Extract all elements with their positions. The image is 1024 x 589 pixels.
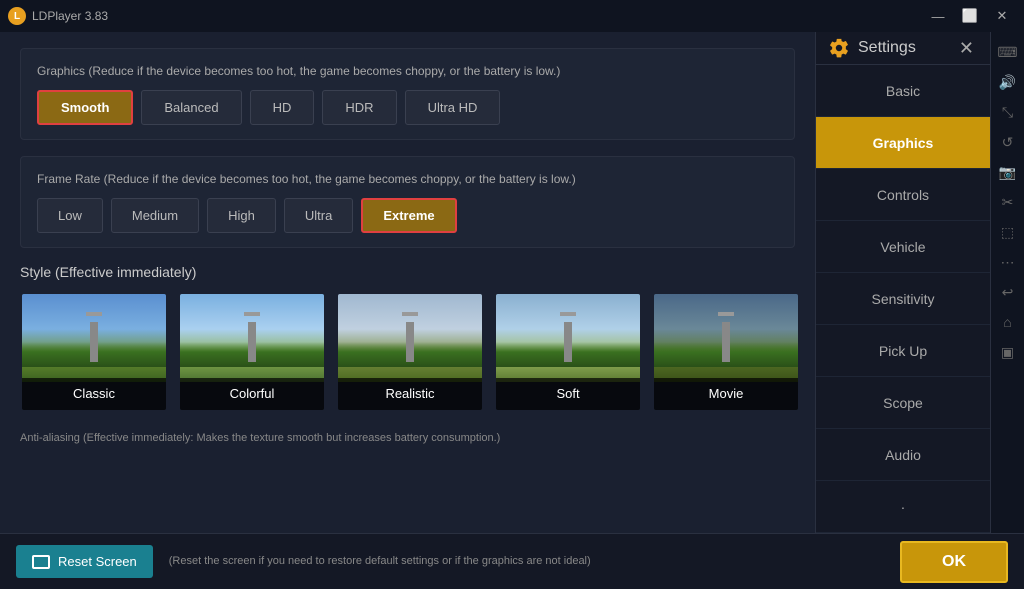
minimize-button[interactable]: — [924,5,952,27]
style-card-realistic-label: Realistic [338,378,482,410]
icon-strip: ⌨ 🔊 ⤡ ↺ 📷 ✂ ⬚ ⋯ ↩ ⌂ ▣ [990,32,1024,533]
reset-hint-text: (Reset the screen if you need to restore… [169,554,884,568]
framerate-medium-button[interactable]: Medium [111,198,199,233]
landscape-tower-realistic [406,322,414,362]
titlebar: L LDPlayer 3.83 — ⬜ ✕ [0,0,1024,32]
style-card-movie-label: Movie [654,378,798,410]
style-card-colorful[interactable]: Colorful [178,292,326,412]
maximize-button[interactable]: ⬜ [956,5,984,27]
style-card-realistic-img [338,294,482,382]
nav-more[interactable]: · [816,481,990,533]
style-card-movie-img [654,294,798,382]
style-card-realistic[interactable]: Realistic [336,292,484,412]
framerate-ultra-button[interactable]: Ultra [284,198,353,233]
more-icon[interactable]: ⋯ [996,250,1020,274]
volume-icon[interactable]: 🔊 [996,70,1020,94]
settings-nav: Basic Graphics Controls Vehicle Sensitiv… [816,65,990,533]
nav-graphics[interactable]: Graphics [816,117,990,169]
framerate-low-button[interactable]: Low [37,198,103,233]
quality-balanced-button[interactable]: Balanced [141,90,241,125]
ok-button[interactable]: OK [900,541,1008,583]
style-card-soft-label: Soft [496,378,640,410]
landscape-tower-movie [722,322,730,362]
anti-alias-hint: Anti-aliasing (Effective immediately: Ma… [20,432,795,444]
graphics-label: Graphics (Reduce if the device becomes t… [37,63,778,80]
quality-hd-button[interactable]: HD [250,90,315,125]
quality-hdr-button[interactable]: HDR [322,90,396,125]
settings-title: Settings [858,39,947,57]
logo-text: L [14,11,20,22]
framerate-section: Frame Rate (Reduce if the device becomes… [20,156,795,248]
landscape-tower-colorful [248,322,256,362]
style-card-group: Classic Colorful Realistic [20,292,795,412]
window-controls: — ⬜ ✕ [924,5,1016,27]
nav-vehicle[interactable]: Vehicle [816,221,990,273]
reset-screen-button[interactable]: Reset Screen [16,545,153,578]
rotate-icon[interactable]: ↺ [996,130,1020,154]
back-icon[interactable]: ↩ [996,280,1020,304]
nav-basic[interactable]: Basic [816,65,990,117]
home-icon[interactable]: ⌂ [996,310,1020,334]
app-title: LDPlayer 3.83 [32,9,924,23]
style-section-label: Style (Effective immediately) [20,264,795,280]
settings-sidebar: Settings ✕ Basic Graphics Controls Vehic… [815,32,990,533]
content-area: Graphics (Reduce if the device becomes t… [0,32,815,533]
style-card-colorful-img [180,294,324,382]
style-card-soft-img [496,294,640,382]
style-card-classic[interactable]: Classic [20,292,168,412]
quality-smooth-button[interactable]: Smooth [37,90,133,125]
keyboard-icon[interactable]: ⌨ [996,40,1020,64]
framerate-label: Frame Rate (Reduce if the device becomes… [37,171,778,188]
settings-header: Settings ✕ [816,32,990,65]
cut-icon[interactable]: ✂ [996,190,1020,214]
screenshot-icon[interactable]: 📷 [996,160,1020,184]
close-button[interactable]: ✕ [988,5,1016,27]
style-card-movie[interactable]: Movie [652,292,800,412]
settings-gear-icon [828,37,850,59]
right-panel: Settings ✕ Basic Graphics Controls Vehic… [815,32,1024,533]
reset-screen-icon [32,555,50,569]
reset-screen-label: Reset Screen [58,554,137,569]
window-icon[interactable]: ⬚ [996,220,1020,244]
framerate-high-button[interactable]: High [207,198,276,233]
style-card-soft[interactable]: Soft [494,292,642,412]
quality-ultrahd-button[interactable]: Ultra HD [405,90,501,125]
quality-button-group: Smooth Balanced HD HDR Ultra HD [37,90,778,125]
landscape-tower-classic [90,322,98,362]
nav-audio[interactable]: Audio [816,429,990,481]
nav-scope[interactable]: Scope [816,377,990,429]
bottom-bar: Reset Screen (Reset the screen if you ne… [0,533,1024,589]
style-card-classic-label: Classic [22,378,166,410]
style-card-colorful-label: Colorful [180,378,324,410]
resize-icon[interactable]: ⤡ [996,100,1020,124]
style-card-classic-img [22,294,166,382]
app-logo: L [8,7,26,25]
landscape-tower-soft [564,322,572,362]
main-layout: Graphics (Reduce if the device becomes t… [0,32,1024,533]
graphics-quality-section: Graphics (Reduce if the device becomes t… [20,48,795,140]
framerate-button-group: Low Medium High Ultra Extreme [37,198,778,233]
settings-close-button[interactable]: ✕ [955,36,978,61]
nav-pickup[interactable]: Pick Up [816,325,990,377]
task-icon[interactable]: ▣ [996,340,1020,364]
nav-sensitivity[interactable]: Sensitivity [816,273,990,325]
nav-controls[interactable]: Controls [816,169,990,221]
framerate-extreme-button[interactable]: Extreme [361,198,456,233]
style-section: Style (Effective immediately) Classic Co… [20,264,795,412]
